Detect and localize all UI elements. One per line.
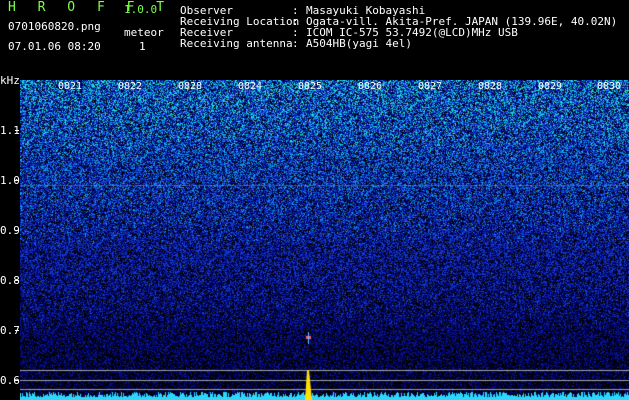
x-tick-label: 0828 [178,81,203,92]
x-tick-label: 0824 [238,81,263,92]
info-separator: : [292,37,299,50]
x-tick-label: 0826 [358,81,383,92]
y-tick [15,230,19,231]
x-tick-label: 0828 [478,81,503,92]
x-tick-label: 0821 [58,81,83,92]
x-tick-label: 0830 [597,81,622,92]
x-tick-label: 0825 [298,81,323,92]
info-row-antenna: Receiving antenna: A504HB(yagi 4el) [180,38,617,49]
info-label: Receiving antenna [180,37,293,50]
y-tick [15,280,19,281]
meteor-label: meteor [124,26,164,39]
y-tick [15,130,19,131]
y-tick [15,180,19,181]
station-info: Observer: Masayuki Kobayashi Receiving Lo… [180,5,617,49]
datetime: 07.01.06 08:20 [8,40,101,53]
header: H R O F F T 1.0.0 0701060820.png meteor … [0,0,629,80]
x-tick-label: 0829 [538,81,563,92]
file-name: 0701060820.png [8,20,101,33]
y-tick [15,330,19,331]
info-value: A504HB(yagi 4el) [306,37,412,50]
spectrogram [20,80,629,400]
x-tick-label: 0822 [118,81,143,92]
meteor-count: 1 [139,40,146,53]
y-axis-unit-label: kHz [0,74,20,87]
app-version: 1.0.0 [124,3,158,16]
x-tick-label: 0827 [418,81,443,92]
y-tick [15,380,19,381]
